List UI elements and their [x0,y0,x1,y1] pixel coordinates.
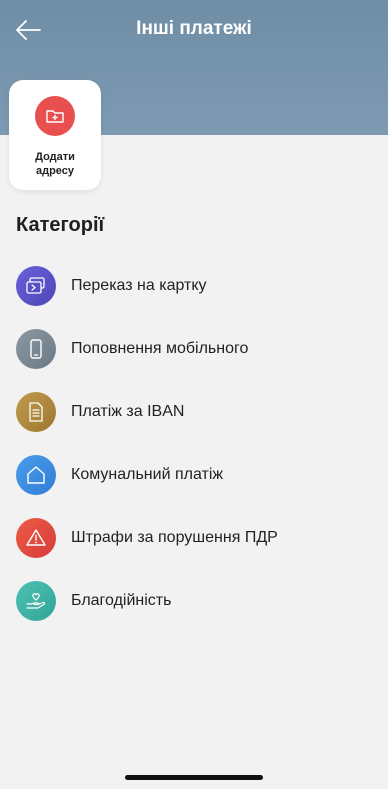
folder-plus-icon [46,110,64,123]
add-address-label-line2: адресу [35,165,75,177]
category-icon-circle [16,581,56,621]
page-title: Інші платежі [136,18,252,39]
document-icon [29,402,43,422]
home-indicator [125,775,263,780]
add-address-icon-circle [35,96,75,136]
categories-title: Категорії [16,214,105,236]
category-icon-circle [16,266,56,306]
add-address-button[interactable]: Додати адресу [9,80,101,190]
category-icon-circle [16,392,56,432]
category-iban-payment[interactable]: Платіж за IBAN [0,379,388,442]
add-address-label: Додати адресу [9,150,101,178]
category-charity[interactable]: Благодійність [0,568,388,631]
category-card-transfer[interactable]: Переказ на картку [0,253,388,316]
category-label: Комунальний платіж [71,466,224,483]
warning-icon [26,529,46,546]
category-utility-payment[interactable]: Комунальний платіж [0,442,388,505]
charity-icon [26,593,46,609]
add-address-label-line1: Додати [35,151,75,163]
categories-list: Переказ на картку Поповнення мобільного … [0,253,388,631]
category-label: Переказ на картку [71,277,207,294]
category-icon-circle [16,518,56,558]
category-label: Штрафи за порушення ПДР [71,529,278,546]
category-label: Благодійність [71,592,172,609]
card-transfer-icon [26,277,45,294]
category-label: Платіж за IBAN [71,403,185,420]
category-icon-circle [16,455,56,495]
home-icon [27,466,45,484]
category-label: Поповнення мобільного [71,340,249,357]
phone-icon [30,339,42,359]
category-mobile-topup[interactable]: Поповнення мобільного [0,316,388,379]
category-traffic-fines[interactable]: Штрафи за порушення ПДР [0,505,388,568]
category-icon-circle [16,329,56,369]
